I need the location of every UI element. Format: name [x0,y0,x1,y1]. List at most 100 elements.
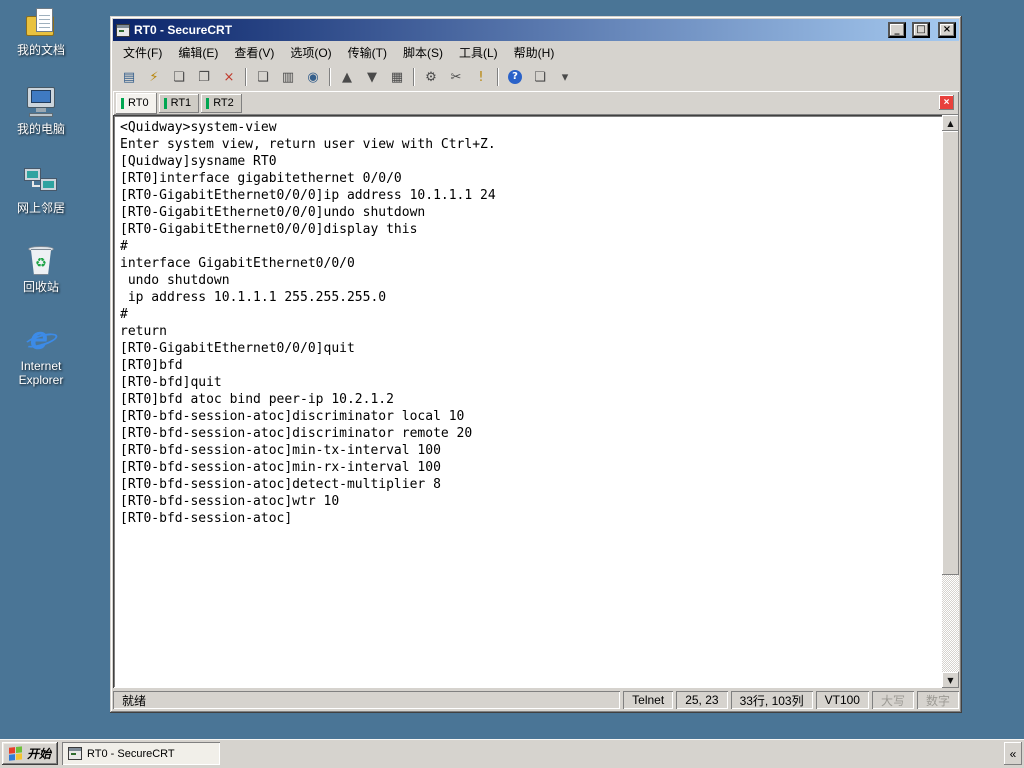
connect-button[interactable]: ▤ [117,66,141,88]
tab-rt2[interactable]: RT2 [201,93,242,113]
upload-icon: ▲ [342,69,352,85]
windows-logo-icon [9,746,23,761]
taskbar-item-label: RT0 - SecureCRT [87,747,175,760]
new-window-button[interactable]: ❏ [528,66,552,88]
tab-rt0[interactable]: RT0 [116,92,157,114]
toolbar-separator [413,68,415,86]
terminal-line: [RT0-GigabitEthernet0/0/0]undo shutdown [120,205,426,220]
notification-area: « [1004,742,1022,765]
help-icon: ? [508,70,522,84]
tab-label: RT1 [170,97,192,109]
terminal-line: ip address 10.1.1.1 255.255.255.0 [120,290,387,305]
menu-edit[interactable]: 编辑(E) [170,42,226,63]
cut-icon: ✂ [450,69,462,85]
terminal-line: [RT0-bfd-session-atoc]min-tx-interval 10… [120,443,441,458]
terminal-line: <Quidway>system-view [120,120,277,135]
desktop-icon-network-places[interactable]: 网上邻居 [8,164,74,215]
print-icon: ▦ [390,69,404,85]
cut-button[interactable]: ✂ [444,66,468,88]
find-button[interactable]: ◉ [301,66,325,88]
download-button[interactable]: ▼ [360,66,384,88]
statusbar: 就绪 Telnet 25, 23 33行, 103列 VT100 大写 数字 [113,688,959,710]
my-documents-icon [23,6,59,40]
terminal-line: interface GigabitEthernet0/0/0 [120,256,355,271]
scroll-down-button[interactable]: ▼ [942,672,959,688]
toolbar-overflow-button[interactable]: ▾ [553,66,577,88]
status-protocol: Telnet [623,691,673,709]
close-button[interactable]: × [938,22,956,38]
tab-label: RT2 [213,97,234,109]
new-session-icon: ❏ [173,69,185,85]
terminal-line: [RT0-bfd-session-atoc]discriminator remo… [120,426,473,441]
scrollbar-thumb[interactable] [942,131,959,575]
copy-icon: ❑ [257,69,269,85]
toolbar-separator [497,68,499,86]
network-places-icon [23,164,59,198]
toolbar: ▤ ⚡ ❏ ❐ × ❑ ▥ ◉ ▲ ▼ ▦ ⚙ ✂ ! ? ❏ ▾ [113,63,959,91]
menu-help[interactable]: 帮助(H) [506,42,563,63]
terminal-line: [Quidway]sysname RT0 [120,154,277,169]
terminal-line: [RT0]interface gigabitethernet 0/0/0 [120,171,402,186]
start-button[interactable]: 开始 [2,742,59,765]
menu-file[interactable]: 文件(F) [115,42,170,63]
terminal-line: [RT0-bfd]quit [120,375,222,390]
toolbar-separator [329,68,331,86]
session-options-button[interactable]: ⚙ [419,66,443,88]
status-cursor-position: 25, 23 [676,691,727,709]
disconnect-icon: × [223,69,235,85]
alert-button[interactable]: ! [469,66,493,88]
new-session-button[interactable]: ❏ [167,66,191,88]
clone-session-button[interactable]: ❐ [192,66,216,88]
tab-rt1[interactable]: RT1 [158,93,200,113]
terminal-scrollbar[interactable]: ▲ ▼ [942,115,959,688]
upload-button[interactable]: ▲ [335,66,359,88]
disconnect-button[interactable]: × [217,66,241,88]
chevron-down-icon: ▾ [561,69,569,85]
menubar: 文件(F) 编辑(E) 查看(V) 选项(O) 传输(T) 脚本(S) 工具(L… [113,41,959,63]
terminal-line: [RT0-bfd-session-atoc] [120,511,293,526]
connected-indicator-icon [163,97,167,109]
terminal-line: [RT0-bfd-session-atoc]wtr 10 [120,494,340,509]
desktop-icon-column: 我的文档 我的电脑 网上邻居 ♻ 回收站 e Internet Explorer [8,6,74,387]
terminal-line: [RT0-bfd-session-atoc]discriminator loca… [120,409,465,424]
close-tab-button[interactable]: × [939,95,954,110]
desktop-icon-label: 回收站 [22,280,59,294]
securecrt-icon [68,747,83,760]
scroll-up-button[interactable]: ▲ [942,115,959,131]
maximize-button[interactable]: □ [912,22,930,38]
minimize-button[interactable]: _ [888,22,906,38]
session-tabbar: RT0 RT1 RT2 × [113,91,959,115]
paste-icon: ▥ [281,69,295,85]
menu-view[interactable]: 查看(V) [226,42,282,63]
desktop-icon-internet-explorer[interactable]: e Internet Explorer [8,320,74,387]
print-button[interactable]: ▦ [385,66,409,88]
terminal-line: return [120,324,167,339]
quick-connect-button[interactable]: ⚡ [142,66,166,88]
start-label: 开始 [27,747,52,761]
help-button[interactable]: ? [503,66,527,88]
menu-transfer[interactable]: 传输(T) [340,42,395,63]
download-icon: ▼ [367,69,377,85]
terminal-line: [RT0-GigabitEthernet0/0/0]quit [120,341,355,356]
terminal-line: # [120,307,128,322]
taskbar-item-securecrt[interactable]: RT0 - SecureCRT [62,742,221,765]
scrollbar-track[interactable] [942,131,959,672]
status-caps-lock: 大写 [872,691,914,709]
terminal-output[interactable]: <Quidway>system-view Enter system view, … [113,115,942,688]
status-emulation: VT100 [816,691,869,709]
desktop-icon-my-documents[interactable]: 我的文档 [8,6,74,57]
menu-options[interactable]: 选项(O) [282,42,339,63]
find-icon: ◉ [307,69,319,85]
connected-indicator-icon [121,97,124,109]
terminal-line: [RT0]bfd atoc bind peer-ip 10.2.1.2 [120,392,394,407]
paste-button[interactable]: ▥ [276,66,300,88]
titlebar[interactable]: RT0 - SecureCRT _ □ × [113,19,959,41]
copy-button[interactable]: ❑ [251,66,275,88]
menu-script[interactable]: 脚本(S) [395,42,451,63]
menu-tools[interactable]: 工具(L) [451,42,506,63]
terminal-line: [RT0]bfd [120,358,183,373]
terminal-line: undo shutdown [120,273,230,288]
desktop-icon-recycle-bin[interactable]: ♻ 回收站 [8,243,74,294]
desktop-icon-my-computer[interactable]: 我的电脑 [8,85,74,136]
tray-chevron-button[interactable]: « [1004,742,1022,765]
